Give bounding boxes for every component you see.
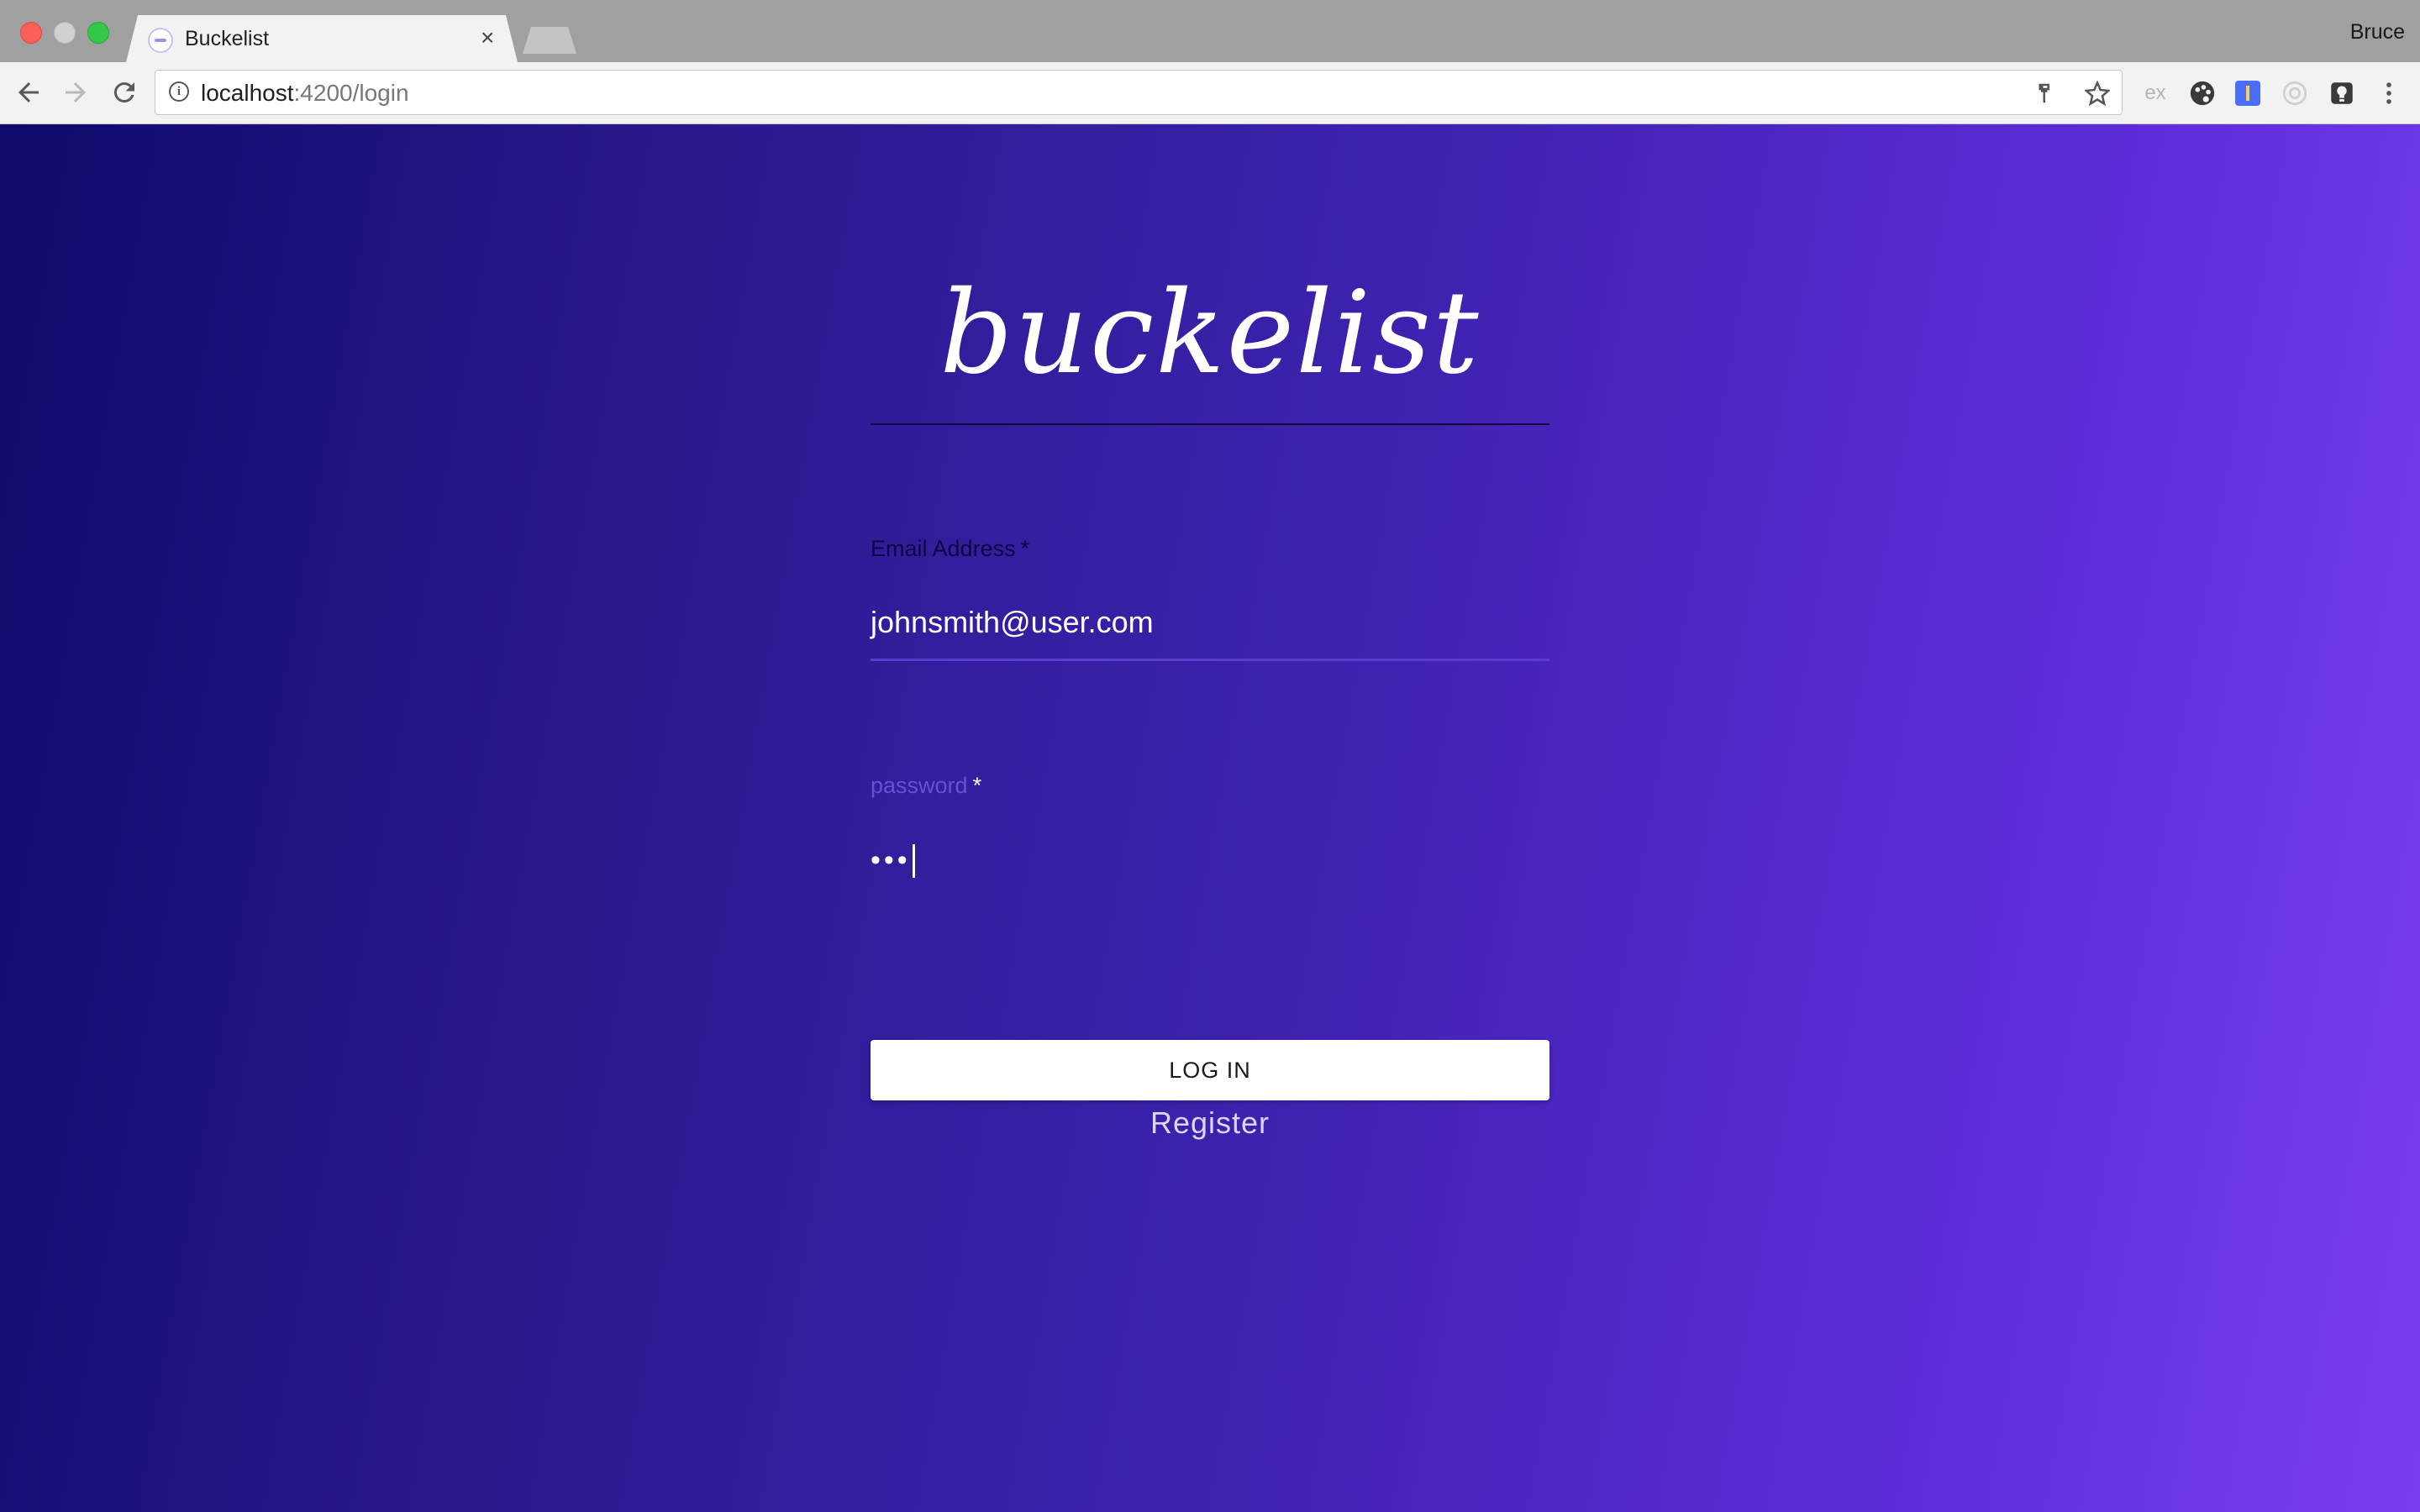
- address-bar[interactable]: i localhost:4200/login: [155, 70, 2123, 115]
- email-underline: [871, 423, 1549, 425]
- email-label-text: Email Address: [871, 536, 1016, 561]
- new-tab-button[interactable]: [523, 27, 576, 54]
- profile-name[interactable]: Bruce: [2350, 20, 2405, 45]
- favicon-icon: [148, 28, 173, 53]
- window-minimize-button[interactable]: [54, 22, 76, 44]
- password-field[interactable]: password * •••: [871, 773, 1549, 1010]
- back-icon[interactable]: [13, 77, 44, 108]
- palette-icon[interactable]: [2188, 79, 2217, 108]
- email-label: Email Address *: [871, 536, 1029, 562]
- email-input[interactable]: johnsmith@user.com: [871, 605, 1549, 655]
- email-required-marker: *: [1020, 536, 1030, 561]
- extension-blue-icon[interactable]: [2235, 81, 2260, 106]
- password-input[interactable]: •••: [871, 842, 1549, 892]
- star-icon[interactable]: [2083, 80, 2112, 107]
- key-icon[interactable]: [2033, 81, 2058, 106]
- menu-icon[interactable]: [2375, 79, 2403, 108]
- extension-grey-icon[interactable]: [2281, 79, 2309, 108]
- login-form: Email Address * johnsmith@user.com passwo…: [871, 536, 1549, 1010]
- browser-toolbar: i localhost:4200/login ex: [0, 62, 2420, 124]
- info-icon[interactable]: i: [169, 81, 189, 102]
- login-page: buckelist Email Address * johnsmith@user.…: [0, 124, 2420, 1512]
- app-logo: buckelist: [939, 267, 1481, 400]
- reload-icon[interactable]: [109, 77, 139, 108]
- window-close-button[interactable]: [20, 22, 42, 44]
- password-required-marker: *: [972, 773, 982, 798]
- email-field[interactable]: Email Address * johnsmith@user.com: [871, 536, 1549, 773]
- login-button[interactable]: LOG IN: [871, 1040, 1549, 1100]
- register-link[interactable]: Register: [871, 1105, 1549, 1141]
- text-caret: [912, 844, 915, 879]
- password-label-text: password: [871, 773, 968, 798]
- url-text[interactable]: localhost:4200/login: [201, 80, 409, 107]
- url-path: :4200/login: [293, 80, 409, 106]
- tab-close-icon[interactable]: ×: [481, 25, 494, 50]
- bulb-icon[interactable]: [2328, 79, 2356, 108]
- password-underline: [871, 659, 1549, 661]
- window-maximize-button[interactable]: [87, 22, 109, 44]
- url-host: localhost: [201, 80, 294, 106]
- browser-tab-active[interactable]: Buckelist ×: [126, 15, 518, 62]
- browser-titlebar: Buckelist × Bruce: [0, 0, 2420, 62]
- extension-ex-icon[interactable]: ex: [2141, 79, 2170, 108]
- tab-title: Buckelist: [185, 27, 270, 50]
- password-label: password *: [871, 773, 981, 799]
- forward-icon[interactable]: [60, 77, 91, 108]
- password-mask: •••: [871, 844, 911, 876]
